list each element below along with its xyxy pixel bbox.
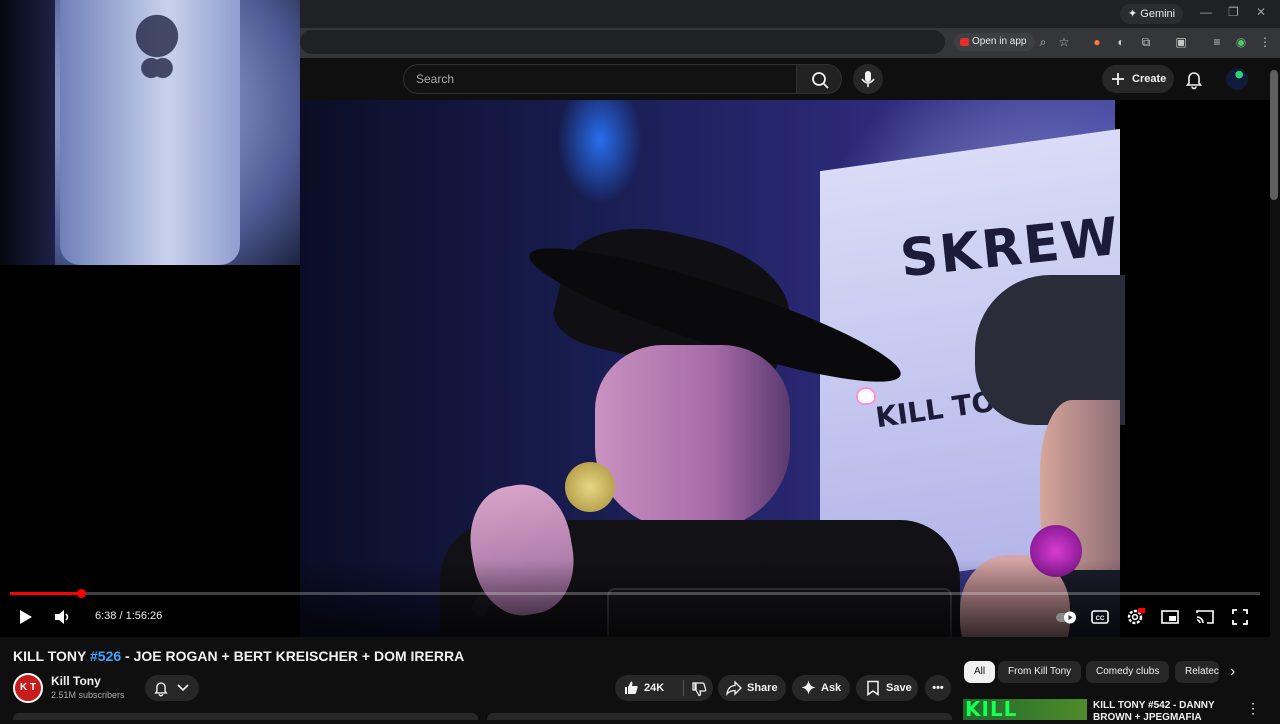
address-bar[interactable] xyxy=(300,30,945,54)
time-display: 6:38 / 1:56:26 xyxy=(95,610,163,622)
video-title: KILL TONY #526 - JOE ROGAN + BERT KREISC… xyxy=(13,648,464,664)
controls-gradient xyxy=(0,560,1270,637)
webcam-background xyxy=(0,0,55,265)
extension-orange-icon[interactable]: ● xyxy=(1090,35,1104,49)
play-icon[interactable] xyxy=(15,607,35,627)
more-dots-icon: ••• xyxy=(932,682,944,694)
restore-icon[interactable]: ❐ xyxy=(1228,5,1239,19)
description-box[interactable] xyxy=(13,713,478,720)
chip-3[interactable]: Relatec xyxy=(1175,661,1219,683)
fullscreen-icon[interactable] xyxy=(1230,607,1250,627)
create-button[interactable]: Create xyxy=(1102,65,1174,93)
voice-search-button[interactable] xyxy=(853,64,883,94)
account-avatar[interactable] xyxy=(1226,68,1248,90)
thumbnail-text: KILL TONY xyxy=(965,699,1018,720)
media-control-icon[interactable]: ≡ xyxy=(1210,35,1224,49)
video-title-suffix: - JOE ROGAN + BERT KREISCHER + DOM IRERR… xyxy=(121,648,465,664)
subscriber-count: 2.51M subscribers xyxy=(51,690,125,700)
bell-icon xyxy=(154,682,168,697)
video-hashtag-link[interactable]: #526 xyxy=(90,648,121,664)
chevron-right-icon[interactable]: › xyxy=(1230,663,1250,683)
like-divider xyxy=(683,680,684,696)
bookmark-icon xyxy=(867,680,879,696)
like-dislike-group: 24K xyxy=(615,675,713,701)
open-in-app-label: Open in app xyxy=(972,36,1027,47)
more-actions-button[interactable]: ••• xyxy=(925,675,951,701)
comments-box[interactable] xyxy=(487,713,952,720)
gemini-label: Gemini xyxy=(1140,8,1176,20)
search-button[interactable] xyxy=(796,64,842,94)
extension-circle-icon[interactable]: ◐ xyxy=(1114,35,1128,49)
progress-bar[interactable] xyxy=(10,592,1260,595)
chevron-down-icon xyxy=(177,684,189,692)
video-title-prefix: KILL TONY xyxy=(13,648,91,664)
progress-played xyxy=(10,592,82,595)
share-button[interactable]: Share xyxy=(718,675,786,701)
save-button[interactable]: Save xyxy=(856,675,918,701)
minimize-icon[interactable]: — xyxy=(1200,5,1212,19)
bookmark-star-icon[interactable]: ☆ xyxy=(1057,35,1071,49)
close-icon[interactable]: ✕ xyxy=(1256,5,1266,19)
cast-icon[interactable] xyxy=(1195,607,1215,627)
search-placeholder: Search xyxy=(416,72,455,86)
hoodie-logo-icon xyxy=(128,8,186,88)
like-thumb-icon[interactable] xyxy=(623,680,639,696)
miniplayer-icon[interactable] xyxy=(1160,607,1180,627)
recommendation-thumbnail[interactable]: KILL TONY xyxy=(963,699,1087,720)
captions-icon[interactable]: CC xyxy=(1090,607,1110,627)
extensions-puzzle-icon[interactable]: ⧉ xyxy=(1139,35,1153,49)
speaker-microphone xyxy=(565,462,615,512)
save-label: Save xyxy=(886,682,912,694)
volume-icon[interactable] xyxy=(52,607,72,627)
tab-search-icon[interactable]: ▣ xyxy=(1174,35,1188,49)
chip-1[interactable]: From Kill Tony xyxy=(998,661,1082,683)
svg-text:CC: CC xyxy=(1096,616,1105,622)
autoplay-toggle-icon[interactable] xyxy=(1055,607,1077,627)
dislike-thumb-icon[interactable] xyxy=(691,681,707,697)
like-count[interactable]: 24K xyxy=(644,675,664,701)
share-label: Share xyxy=(747,682,778,694)
browser-menu-icon[interactable]: ⋮ xyxy=(1258,35,1272,49)
search-input[interactable]: Search xyxy=(403,64,796,94)
webcam-overlay xyxy=(0,0,300,265)
notifications-bell-icon[interactable] xyxy=(1183,68,1205,90)
search-icon xyxy=(812,72,829,89)
sticker-icon xyxy=(856,387,876,405)
speaker-face xyxy=(595,345,790,530)
ask-button[interactable]: Ask xyxy=(792,675,850,701)
settings-gear-icon[interactable] xyxy=(1125,607,1145,627)
sparkle-icon xyxy=(801,680,816,695)
chip-0[interactable]: All xyxy=(964,661,996,683)
create-label: Create xyxy=(1132,73,1167,85)
profile-icon[interactable]: ◉ xyxy=(1234,35,1248,49)
channel-name[interactable]: Kill Tony xyxy=(51,674,101,688)
microphone-icon xyxy=(861,71,875,87)
channel-avatar[interactable]: K T xyxy=(13,673,43,703)
recommendation-title[interactable]: KILL TONY #542 - DANNY BROWN + JPEGMAFIA xyxy=(1093,700,1233,724)
zoom-icon[interactable]: ⌕ xyxy=(1036,35,1050,49)
open-in-app-button[interactable]: Open in app xyxy=(954,33,1035,51)
recommendation-menu-icon[interactable]: ⋮ xyxy=(1246,700,1260,717)
subscription-notifications-button[interactable] xyxy=(145,675,199,701)
ask-label: Ask xyxy=(821,682,842,694)
page-scrollbar[interactable] xyxy=(1270,70,1278,200)
chip-2[interactable]: Comedy clubs xyxy=(1086,661,1170,683)
share-arrow-icon xyxy=(726,680,742,696)
gemini-button[interactable]: ✦ Gemini xyxy=(1120,4,1184,24)
plus-icon xyxy=(1112,73,1124,85)
